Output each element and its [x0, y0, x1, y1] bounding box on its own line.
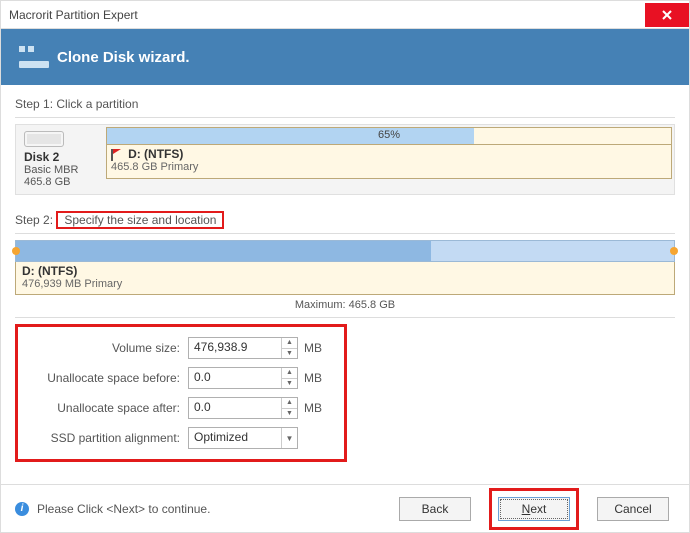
slider-handle-left[interactable] — [12, 247, 20, 255]
spin-down-icon[interactable]: ▼ — [281, 409, 297, 419]
close-icon — [661, 9, 673, 21]
disk-info[interactable]: Disk 2 Basic MBR 465.8 GB — [18, 127, 106, 192]
step2-label: Step 2: Specify the size and location — [15, 211, 675, 234]
wizard-footer: i Please Click <Next> to continue. Back … — [1, 484, 689, 532]
size-slider[interactable] — [15, 240, 675, 262]
cancel-button[interactable]: Cancel — [597, 497, 669, 521]
window-title: Macrorit Partition Expert — [1, 8, 645, 22]
spin-up-icon[interactable]: ▲ — [281, 368, 297, 379]
next-highlight: Next — [489, 488, 579, 530]
spin-up-icon[interactable]: ▲ — [281, 398, 297, 409]
target-partition-detail: 476,939 MB Primary — [22, 278, 668, 290]
chevron-down-icon: ▼ — [281, 428, 297, 448]
volume-size-input[interactable]: 476,938.9 ▲▼ — [188, 337, 298, 359]
flag-icon — [111, 149, 123, 159]
clone-disk-icon — [19, 46, 49, 68]
info-icon: i — [15, 502, 29, 516]
usage-percent: 65% — [107, 129, 671, 141]
step1-label: Step 1: Click a partition — [15, 95, 675, 118]
partition-usage-bar[interactable]: 65% — [106, 127, 672, 145]
space-after-label: Unallocate space after: — [18, 401, 188, 415]
maximum-label: Maximum: 465.8 GB — [15, 295, 675, 318]
spin-up-icon[interactable]: ▲ — [281, 338, 297, 349]
disk-name: Disk 2 — [24, 150, 100, 164]
partition-name: D: (NTFS) — [128, 147, 183, 161]
slider-handle-right[interactable] — [670, 247, 678, 255]
spin-down-icon[interactable]: ▼ — [281, 379, 297, 389]
alignment-select[interactable]: Optimized ▼ — [188, 427, 298, 449]
close-button[interactable] — [645, 3, 689, 27]
space-before-label: Unallocate space before: — [18, 371, 188, 385]
wizard-title: Clone Disk wizard. — [57, 49, 190, 66]
disk-type: Basic MBR — [24, 164, 100, 176]
space-after-input[interactable]: 0.0 ▲▼ — [188, 397, 298, 419]
next-button[interactable]: Next — [498, 497, 570, 521]
footer-message: Please Click <Next> to continue. — [37, 502, 399, 516]
title-bar: Macrorit Partition Expert — [1, 1, 689, 29]
space-before-input[interactable]: 0.0 ▲▼ — [188, 367, 298, 389]
partition-row[interactable]: D: (NTFS) 465.8 GB Primary — [106, 145, 672, 179]
back-button[interactable]: Back — [399, 497, 471, 521]
step2-highlight: Specify the size and location — [56, 211, 224, 229]
target-partition-name: D: (NTFS) — [22, 264, 668, 278]
target-partition-row: D: (NTFS) 476,939 MB Primary — [15, 262, 675, 295]
volume-size-label: Volume size: — [18, 341, 188, 355]
disk-icon — [24, 131, 64, 147]
spin-down-icon[interactable]: ▼ — [281, 349, 297, 359]
step1-disk-panel: Disk 2 Basic MBR 465.8 GB 65% D: (NTFS) … — [15, 124, 675, 195]
alignment-label: SSD partition alignment: — [18, 431, 188, 445]
disk-size: 465.8 GB — [24, 176, 100, 188]
partition-detail: 465.8 GB Primary — [111, 161, 198, 173]
size-form: Volume size: 476,938.9 ▲▼ MB Unallocate … — [15, 324, 347, 462]
wizard-banner: Clone Disk wizard. — [1, 29, 689, 85]
